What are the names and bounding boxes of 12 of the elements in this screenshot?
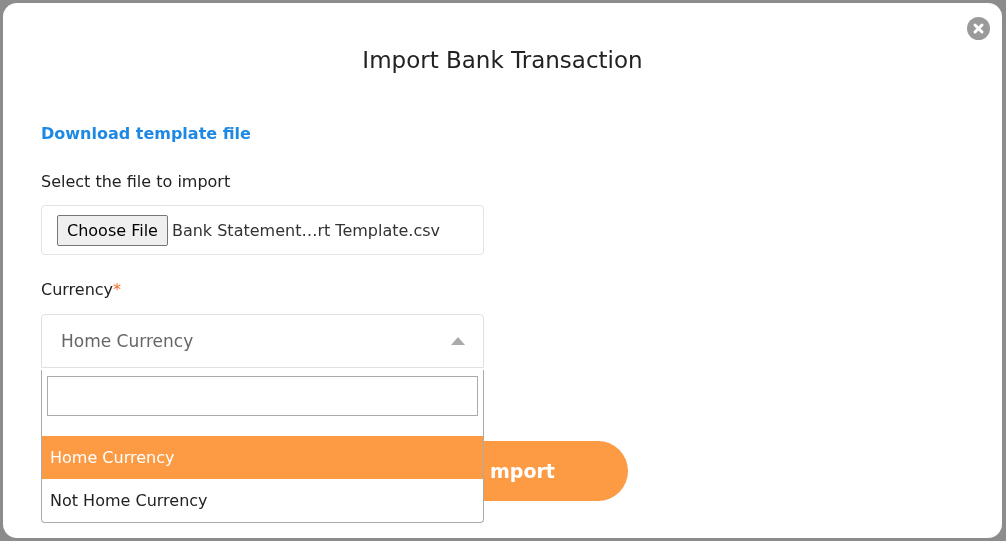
file-field[interactable]: Choose File Bank Statement…rt Template.csv xyxy=(41,205,484,255)
currency-select[interactable]: Home Currency xyxy=(41,314,484,368)
search-field[interactable] xyxy=(47,376,478,416)
file-name: Bank Statement…rt Template.csv xyxy=(171,220,441,240)
file-label: Select the file to import xyxy=(41,172,232,191)
dialog-title: Import Bank Transaction xyxy=(361,46,644,73)
currency-label: Currency* xyxy=(41,280,123,299)
download-template-link[interactable]: Download template file xyxy=(41,124,251,143)
selected-value: Home Currency xyxy=(61,331,194,351)
caret-icon xyxy=(451,337,465,345)
close-icon[interactable] xyxy=(967,17,990,40)
choose-file-button[interactable]: Choose File xyxy=(57,214,168,246)
